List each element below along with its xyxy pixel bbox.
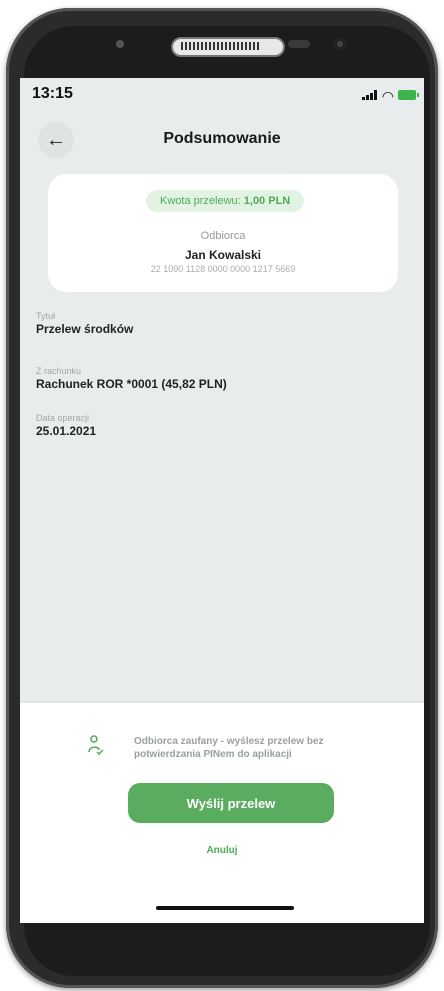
light-sensor bbox=[288, 40, 310, 48]
field-label: Data operacji bbox=[36, 413, 90, 423]
field-title: Tytuł Przelew środków bbox=[36, 311, 396, 336]
home-indicator[interactable] bbox=[156, 906, 294, 910]
field-value: 25.01.2021 bbox=[36, 424, 97, 438]
field-source-account: Z rachunku Rachunek ROR *0001 (45,82 PLN… bbox=[36, 366, 396, 391]
trusted-recipient-note: Odbiorca zaufany - wyślesz przelew bez p… bbox=[134, 736, 324, 760]
field-label: Z rachunku bbox=[36, 366, 82, 376]
bottom-panel: Odbiorca zaufany - wyślesz przelew bez p… bbox=[20, 703, 424, 923]
amount-label: Kwota przelewu: bbox=[160, 195, 244, 207]
account-number: 22 1090 1128 0000 0000 1217 5669 bbox=[150, 264, 296, 274]
amount-badge: Kwota przelewu: 1,00 PLN bbox=[146, 190, 305, 212]
header: ← Podsumowanie bbox=[20, 118, 424, 160]
battery-icon bbox=[398, 90, 419, 100]
front-camera bbox=[334, 38, 346, 50]
wifi-icon: ◠ bbox=[381, 88, 394, 104]
amount-value: 1,00 PLN bbox=[243, 195, 291, 207]
trusted-recipient-icon bbox=[88, 735, 104, 756]
field-value: Rachunek ROR *0001 (45,82 PLN) bbox=[36, 377, 227, 391]
field-label: Tytuł bbox=[36, 311, 56, 321]
cancel-link[interactable]: Anuluj bbox=[20, 845, 424, 856]
recipient-label: Odbiorca bbox=[200, 230, 246, 242]
recipient-name: Jan Kowalski bbox=[184, 248, 262, 262]
field-value: Przelew środków bbox=[36, 322, 134, 336]
signal-icon bbox=[362, 90, 378, 100]
page-title: Podsumowanie bbox=[163, 130, 281, 147]
proximity-sensor bbox=[116, 40, 124, 48]
status-bar: 13:15 ◠ bbox=[20, 78, 424, 108]
send-transfer-button[interactable]: Wyślij przelew bbox=[128, 783, 334, 823]
speaker-grille bbox=[171, 37, 285, 57]
app-screen: 13:15 ◠ ← Podsumowanie Kwota przelewu: 1… bbox=[20, 78, 424, 923]
status-time: 13:15 bbox=[32, 85, 73, 102]
field-date: Data operacji 25.01.2021 bbox=[36, 413, 396, 438]
summary-card: Kwota przelewu: 1,00 PLN Odbiorca Jan Ko… bbox=[48, 174, 398, 292]
